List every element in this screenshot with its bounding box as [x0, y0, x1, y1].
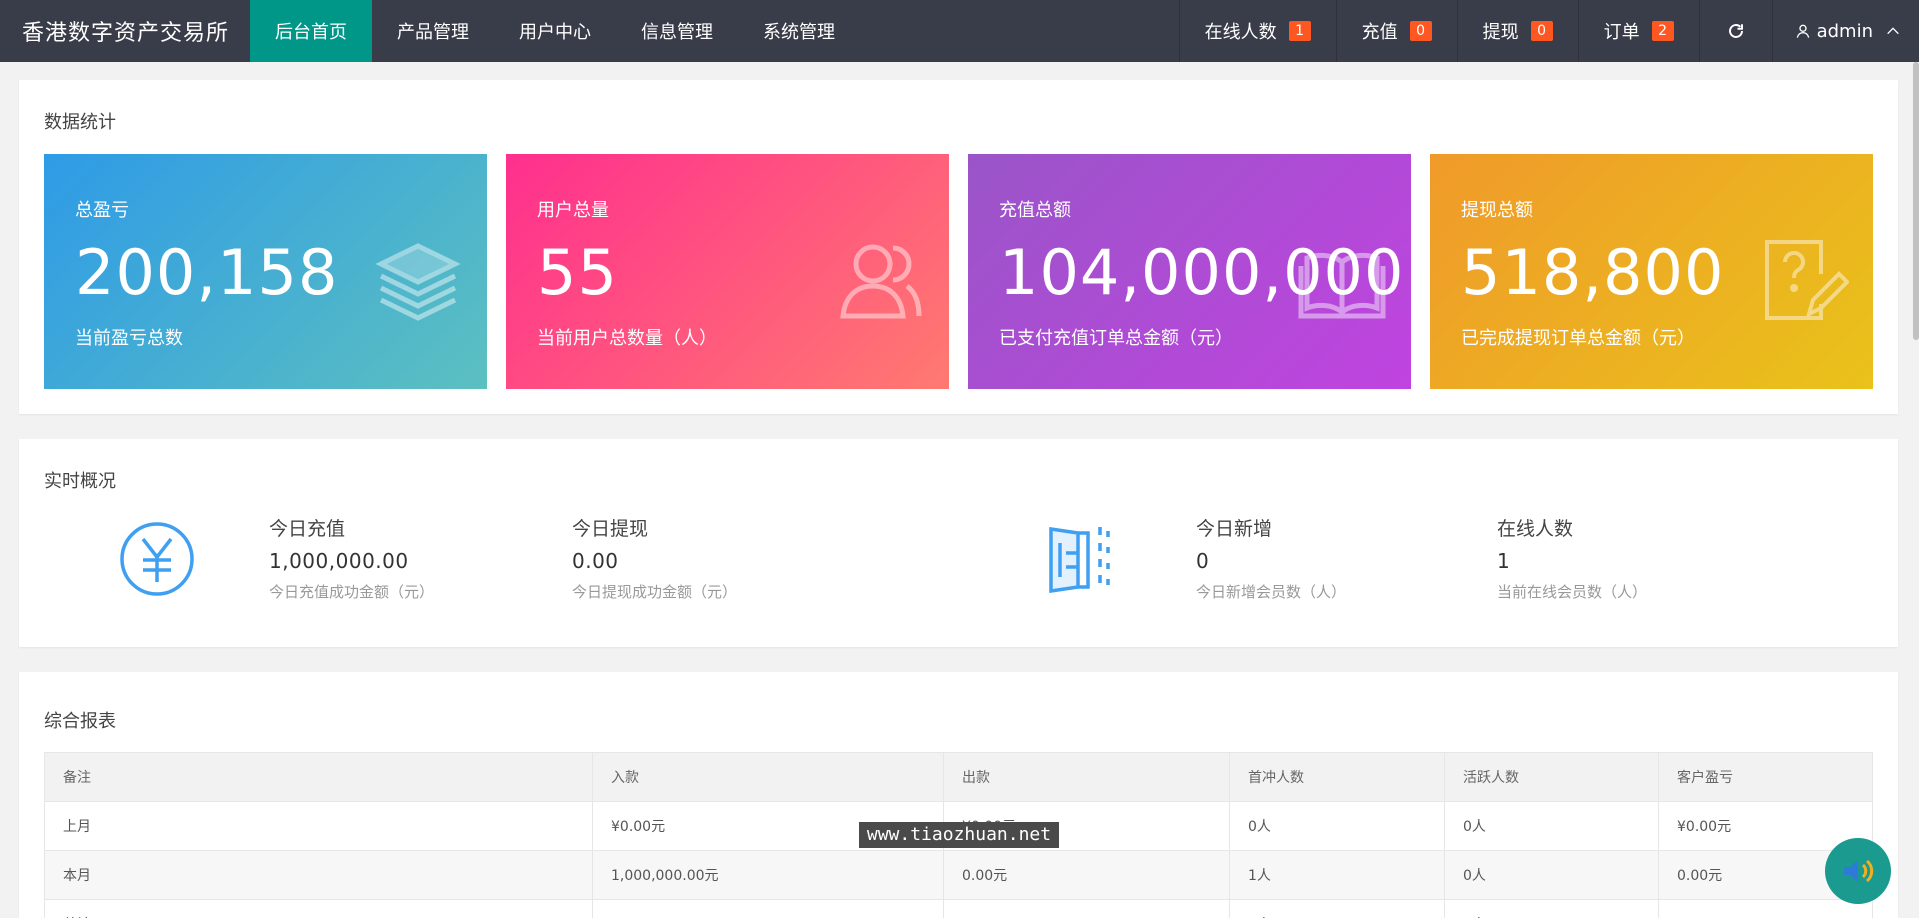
online-users-badge: 1	[1288, 21, 1311, 41]
table-cell: 本月	[44, 850, 593, 900]
recharge-label: 充值	[1361, 22, 1398, 43]
rt-sub: 当前在线会员数（人）	[1497, 583, 1648, 601]
today-withdraw: 今日提现 0.00 今日提现成功金额（元）	[572, 514, 737, 602]
col-first-deposit: 首冲人数	[1229, 752, 1445, 802]
stat-label: 用户总量	[537, 200, 609, 221]
table-cell: 0人	[1444, 899, 1659, 918]
online-users-label: 在线人数	[1204, 22, 1277, 43]
stats-title: 数据统计	[44, 112, 116, 133]
stat-desc: 当前用户总数量（人）	[537, 328, 717, 349]
table-row: 本月 1,000,000.00元 0.00元 1人 0人 0.00元	[44, 850, 1873, 900]
rt-value: 1,000,000.00	[269, 549, 409, 573]
col-deposit: 入款	[592, 752, 944, 802]
stat-card-withdraw: 提现总额 518,800 已完成提现订单总金额（元）	[1430, 154, 1873, 389]
door-icon	[1049, 526, 1110, 593]
nav-home[interactable]: 后台首页	[250, 0, 372, 62]
stat-label: 总盈亏	[75, 200, 129, 221]
report-title: 综合报表	[44, 711, 116, 732]
page-scrollbar[interactable]	[1913, 62, 1919, 340]
rt-value: 0.00	[572, 549, 619, 573]
rt-sub: 今日提现成功金额（元）	[572, 583, 738, 601]
withdraw-label: 提现	[1482, 22, 1519, 43]
table-cell: 1,000,000.00元	[592, 850, 944, 900]
top-navbar: 香港数字资产交易所 后台首页 产品管理 用户中心 信息管理 系统管理 在线人数 …	[0, 0, 1919, 62]
question-edit-icon	[1765, 240, 1849, 320]
rt-sub: 今日充值成功金额（元）	[269, 583, 435, 601]
col-note: 备注	[44, 752, 593, 802]
table-cell: 总计	[44, 899, 593, 918]
book-icon	[1298, 252, 1386, 319]
today-new-members: 今日新增 0 今日新增会员数（人）	[1196, 514, 1346, 602]
stat-desc: 已完成提现订单总金额（元）	[1461, 328, 1695, 349]
table-cell: 0人	[1444, 801, 1659, 851]
stat-value: 518,800	[1461, 236, 1725, 309]
stat-desc: 已支付充值订单总金额（元）	[999, 328, 1233, 349]
stat-label: 充值总额	[999, 200, 1071, 221]
brand-title[interactable]: 香港数字资产交易所	[0, 0, 250, 62]
user-icon	[1796, 24, 1809, 38]
table-cell: 0人	[1229, 801, 1445, 851]
nav-info[interactable]: 信息管理	[616, 0, 738, 62]
withdraw-badge: 0	[1530, 21, 1553, 41]
watermark: www.tiaozhuan.net	[859, 822, 1059, 848]
layers-icon	[375, 243, 461, 321]
rt-title: 在线人数	[1497, 518, 1574, 540]
online-members: 在线人数 1 当前在线会员数（人）	[1497, 514, 1647, 602]
table-cell: 上月	[44, 801, 593, 851]
refresh-button[interactable]	[1698, 0, 1772, 62]
online-users-link[interactable]: 在线人数 1	[1178, 0, 1336, 62]
stat-card-profit: 总盈亏 200,158 当前盈亏总数	[44, 154, 487, 389]
stat-card-recharge: 充值总额 104,000,000 已支付充值订单总金额（元）	[968, 154, 1411, 389]
rt-sub: 今日新增会员数（人）	[1196, 583, 1347, 601]
recharge-badge: 0	[1409, 21, 1432, 41]
table-cell: 1人	[1229, 850, 1445, 900]
nav-system[interactable]: 系统管理	[738, 0, 860, 62]
rt-title: 今日提现	[572, 518, 649, 540]
table-cell: 0.00元	[1658, 899, 1873, 918]
table-cell: 0人	[1444, 850, 1659, 900]
realtime-title: 实时概况	[44, 471, 116, 492]
stats-panel: 数据统计 总盈亏 200,158 当前盈亏总数 用户总量 55 当前用户总数量（…	[19, 80, 1898, 414]
table-cell: 518,800.00元	[943, 899, 1230, 918]
stat-value: 200,158	[75, 236, 339, 309]
chevron-up-icon	[1887, 27, 1899, 35]
user-menu[interactable]: admin	[1771, 0, 1919, 62]
orders-link[interactable]: 订单 2	[1577, 0, 1699, 62]
nav-right-group: 在线人数 1 充值 0 提现 0 订单 2 admin	[1178, 0, 1919, 62]
today-recharge: 今日充值 1,000,000.00 今日充值成功金额（元）	[269, 514, 434, 602]
orders-label: 订单	[1603, 22, 1640, 43]
stat-desc: 当前盈亏总数	[75, 328, 183, 349]
table-cell: 0.00元	[943, 850, 1230, 900]
col-active: 活跃人数	[1444, 752, 1659, 802]
table-row: 总计 103,000,000.00元 518,800.00元 1人 0人 0.0…	[44, 899, 1873, 918]
table-cell: 1人	[1229, 899, 1445, 918]
orders-badge: 2	[1651, 21, 1674, 41]
rt-title: 今日充值	[269, 518, 346, 540]
stat-card-users: 用户总量 55 当前用户总数量（人）	[506, 154, 949, 389]
refresh-icon	[1728, 24, 1743, 38]
table-cell: 103,000,000.00元	[592, 899, 944, 918]
username: admin	[1816, 20, 1873, 42]
col-withdrawal: 出款	[943, 752, 1230, 802]
rt-value: 1	[1497, 549, 1511, 573]
recharge-link[interactable]: 充值 0	[1335, 0, 1457, 62]
rt-value: 0	[1196, 549, 1210, 573]
users-icon	[840, 244, 922, 319]
floating-sound-button[interactable]	[1825, 838, 1891, 904]
yuan-icon	[120, 522, 194, 596]
stat-value: 55	[537, 236, 618, 309]
rt-title: 今日新增	[1196, 518, 1273, 540]
realtime-panel: 实时概况 今日充值 1,000,000.00 今日充值成功金额（元） 今日提现 …	[19, 439, 1898, 647]
col-client-pnl: 客户盈亏	[1658, 752, 1873, 802]
nav-products[interactable]: 产品管理	[372, 0, 494, 62]
withdraw-link[interactable]: 提现 0	[1456, 0, 1578, 62]
report-panel: 综合报表 备注 入款 出款 首冲人数 活跃人数 客户盈亏 上月 ¥0.00元 ¥…	[19, 672, 1898, 918]
speaker-icon	[1844, 859, 1874, 883]
table-header-row: 备注 入款 出款 首冲人数 活跃人数 客户盈亏	[44, 752, 1873, 802]
stat-label: 提现总额	[1461, 200, 1533, 221]
nav-users[interactable]: 用户中心	[494, 0, 616, 62]
